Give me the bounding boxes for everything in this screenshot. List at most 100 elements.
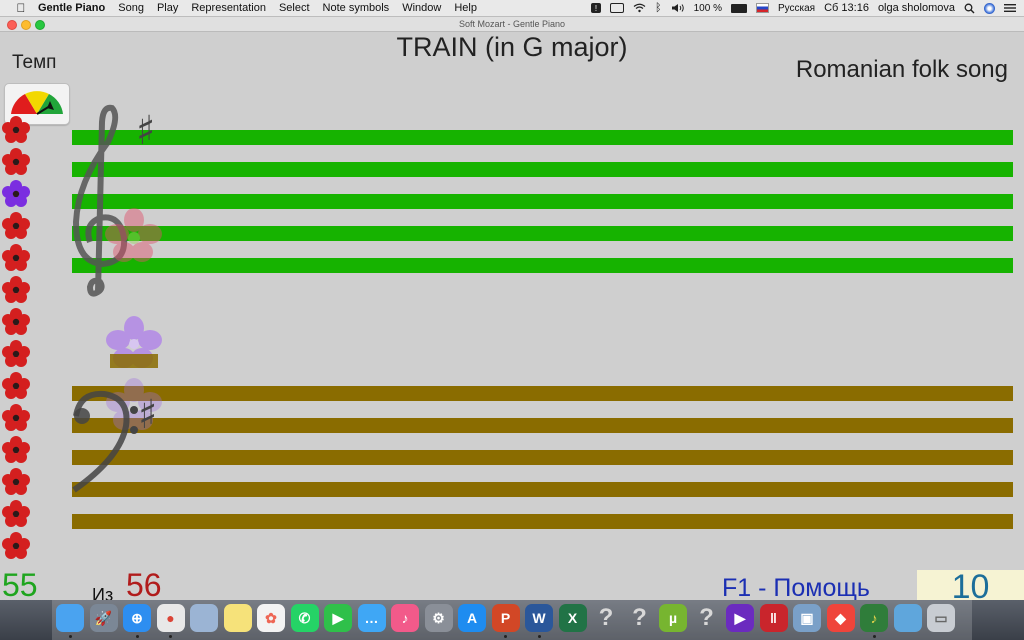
close-window-icon[interactable]: [7, 20, 17, 30]
running-indicator: [537, 635, 541, 638]
menu-representation[interactable]: Representation: [191, 2, 266, 14]
volume-icon[interactable]: [671, 3, 685, 13]
red-flower-icon: [2, 308, 30, 335]
menu-play[interactable]: Play: [157, 2, 178, 14]
bass-key-signature-sharp: ♯: [138, 392, 158, 438]
wifi-icon[interactable]: [633, 3, 646, 13]
unknown-app-icon[interactable]: ?: [693, 604, 721, 632]
notes-played-count: 55: [2, 567, 38, 603]
bass-clef-icon: [72, 390, 138, 493]
window-title-bar: Soft Mozart - Gentle Piano: [0, 17, 1024, 32]
menu-bar:  Gentle Piano Song Play Representation …: [0, 0, 1024, 17]
russian-flag-icon[interactable]: [755, 3, 769, 13]
help-hint[interactable]: F1 - Помощь: [722, 574, 870, 603]
launchpad-icon[interactable]: 🚀: [89, 604, 118, 632]
running-indicator: [68, 635, 72, 638]
notification-center-icon[interactable]: [1004, 3, 1016, 13]
bluetooth-icon[interactable]: ᛒ: [655, 2, 662, 14]
unknown-app-icon[interactable]: ?: [626, 604, 654, 632]
ledger-bar: [110, 354, 158, 368]
tempo-label: Темп: [12, 52, 57, 73]
visual-studio-icon[interactable]: ▶: [726, 604, 754, 632]
red-flower-icon: [2, 532, 30, 559]
apple-menu-icon[interactable]: : [14, 1, 28, 15]
menu-app-name[interactable]: Gentle Piano: [38, 2, 105, 14]
zoom-window-icon[interactable]: [35, 20, 45, 30]
faded-red-note-icon: [105, 208, 162, 262]
finder-icon[interactable]: [56, 604, 84, 632]
user-name[interactable]: olga sholomova: [878, 2, 955, 14]
red-flower-icon: [2, 372, 30, 399]
menu-window[interactable]: Window: [402, 2, 441, 14]
counter-value: 10: [917, 570, 1024, 604]
red-flower-icon: [2, 212, 30, 239]
red-flower-icon: [2, 436, 30, 463]
red-flower-icon: [2, 468, 30, 495]
menu-song[interactable]: Song: [118, 2, 144, 14]
parallels-icon[interactable]: ‖: [759, 604, 788, 632]
safari-icon[interactable]: ⊕: [123, 604, 151, 632]
siri-icon[interactable]: [984, 2, 995, 14]
system-preferences-icon[interactable]: ⚙: [424, 604, 453, 632]
whatsapp-icon[interactable]: ✆: [290, 604, 319, 632]
treble-staff-line[interactable]: [72, 130, 1013, 145]
bass-staff-line[interactable]: [72, 386, 1013, 401]
minimize-window-icon[interactable]: [21, 20, 31, 30]
notes-total-count: 56: [126, 567, 162, 603]
treble-staff-line[interactable]: [72, 162, 1013, 177]
bass-staff-line[interactable]: [72, 482, 1013, 497]
bass-staff-line[interactable]: [72, 418, 1013, 433]
word-icon[interactable]: W: [525, 604, 553, 632]
red-flower-icon: [2, 148, 30, 175]
itunes-icon[interactable]: ♪: [391, 604, 419, 632]
window-title: Soft Mozart - Gentle Piano: [458, 19, 566, 29]
purple-flower-icon: [2, 180, 30, 207]
status-area: ! ᛒ 100 % Русская Сб 13:16 olga sholomov…: [591, 0, 1016, 16]
photos-icon[interactable]: ✿: [257, 604, 285, 632]
display-toggle-icon[interactable]: [610, 3, 624, 13]
excel-icon[interactable]: X: [558, 604, 587, 632]
notification-badge-icon[interactable]: !: [591, 3, 601, 13]
menu-help[interactable]: Help: [454, 2, 477, 14]
downloads-folder-icon[interactable]: [893, 604, 922, 632]
red-flower-icon: [2, 340, 30, 367]
menu-note-symbols[interactable]: Note symbols: [323, 2, 390, 14]
trash-icon[interactable]: ▭: [927, 604, 955, 632]
notes-icon[interactable]: [223, 604, 252, 632]
treble-key-signature-sharp: ♯: [136, 108, 156, 154]
bass-staff-line[interactable]: [72, 450, 1013, 465]
red-flower-icon: [2, 276, 30, 303]
red-flower-icon: [2, 116, 30, 143]
unknown-app-icon[interactable]: ?: [592, 604, 620, 632]
running-indicator: [169, 635, 172, 638]
treble-clef-icon: [72, 104, 128, 297]
gentle-piano-icon[interactable]: ♪: [860, 604, 888, 632]
facetime-icon[interactable]: ▶: [324, 604, 352, 632]
song-subtitle: Romanian folk song: [795, 56, 1008, 83]
treble-staff-line[interactable]: [72, 226, 1013, 241]
clock[interactable]: Сб 13:16: [824, 2, 869, 14]
spotlight-search-icon[interactable]: [964, 3, 975, 14]
dock: 🚀 ⊕ ● ✿ ✆ ▶… ♪ ⚙ A P W X?? µ? ▶ ‖ ▣ ◆ ♪ ▭: [0, 600, 1024, 640]
anydesk-icon[interactable]: ◆: [826, 604, 855, 632]
image-capture-icon[interactable]: ▣: [793, 604, 821, 632]
utorrent-icon[interactable]: µ: [659, 604, 687, 632]
input-language[interactable]: Русская: [778, 3, 815, 14]
red-flower-icon: [2, 244, 30, 271]
running-indicator: [872, 635, 876, 638]
running-indicator: [504, 635, 507, 638]
menu-select[interactable]: Select: [279, 2, 310, 14]
red-flower-icon: [2, 404, 30, 431]
preview-icon[interactable]: [190, 604, 218, 632]
app-store-icon[interactable]: A: [458, 604, 486, 632]
chrome-icon[interactable]: ●: [156, 604, 185, 632]
battery-percent[interactable]: 100 %: [694, 3, 722, 14]
piano-score-view[interactable]: TRAIN (in G major) Romanian folk song Те…: [0, 32, 1024, 605]
treble-staff-line[interactable]: [72, 258, 1013, 273]
red-flower-icon: [2, 500, 30, 527]
battery-icon[interactable]: [730, 3, 747, 13]
bass-staff-line[interactable]: [72, 514, 1013, 529]
powerpoint-icon[interactable]: P: [491, 604, 520, 632]
messages-icon[interactable]: …: [357, 604, 386, 632]
treble-staff-line[interactable]: [72, 194, 1013, 209]
